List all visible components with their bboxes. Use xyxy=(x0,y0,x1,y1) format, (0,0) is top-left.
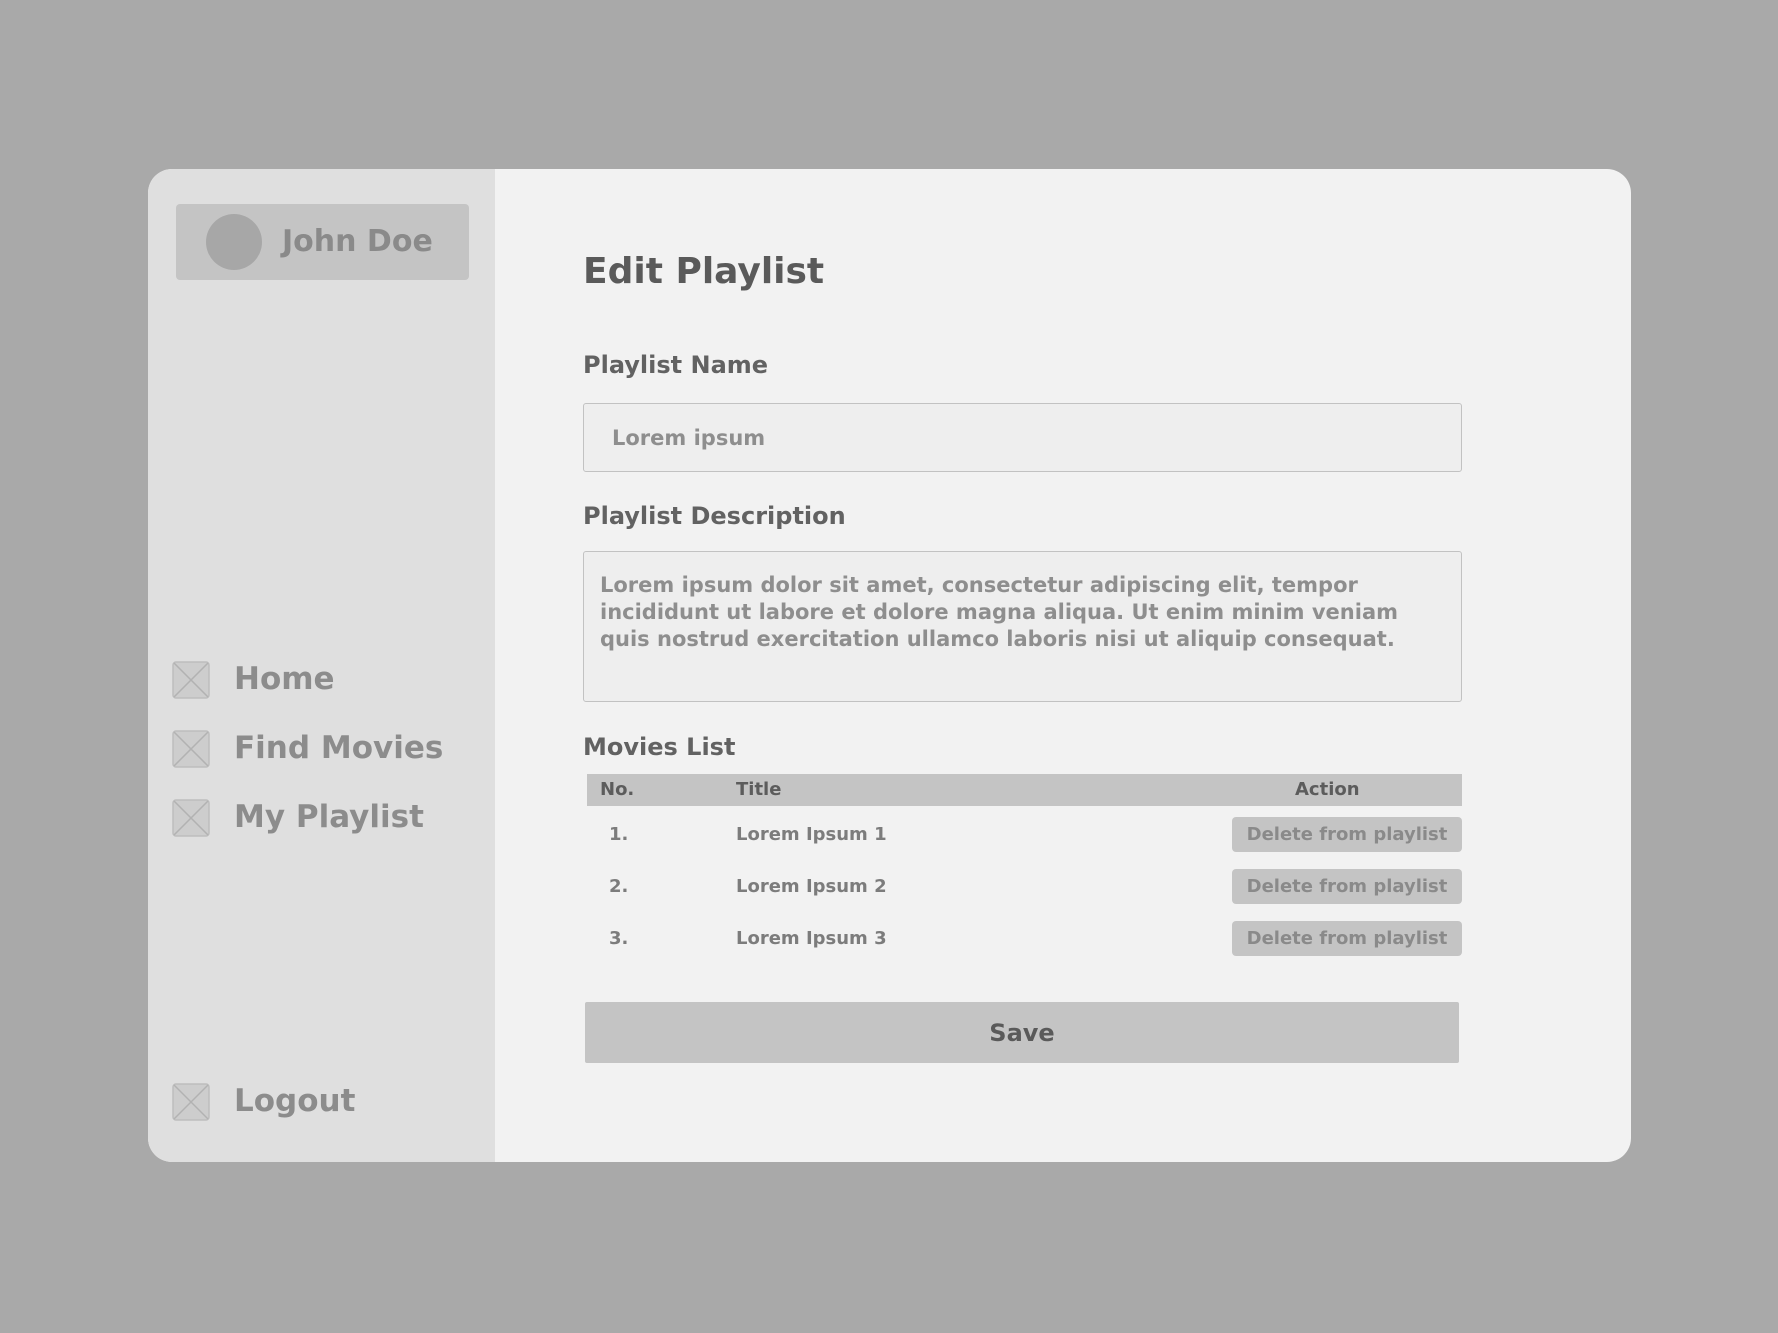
avatar xyxy=(206,214,262,270)
user-profile-card[interactable]: John Doe xyxy=(176,204,469,280)
movies-table-header: No. Title Action xyxy=(587,774,1462,806)
column-header-title: Title xyxy=(736,779,782,800)
table-row: 2. Lorem Ipsum 2 Delete from playlist xyxy=(587,869,1462,904)
playlist-description-label: Playlist Description xyxy=(583,502,846,530)
movies-list-label: Movies List xyxy=(583,733,736,761)
sidebar-item-label: Logout xyxy=(234,1083,356,1119)
column-header-action: Action xyxy=(1295,779,1360,800)
row-number: 2. xyxy=(609,876,629,897)
table-row: 3. Lorem Ipsum 3 Delete from playlist xyxy=(587,921,1462,956)
column-header-no: No. xyxy=(600,779,635,800)
sidebar-item-label: My Playlist xyxy=(234,799,424,835)
image-placeholder-icon xyxy=(172,1083,210,1121)
delete-from-playlist-button[interactable]: Delete from playlist xyxy=(1232,869,1462,904)
playlist-description-input[interactable]: Lorem ipsum dolor sit amet, consectetur … xyxy=(583,551,1462,702)
row-number: 3. xyxy=(609,928,629,949)
sidebar: John Doe Home Find Movies My Playlist Lo… xyxy=(148,169,495,1162)
save-button[interactable]: Save xyxy=(585,1002,1459,1063)
main-content: Edit Playlist Playlist Name Playlist Des… xyxy=(495,169,1631,1162)
movie-title: Lorem Ipsum 2 xyxy=(736,876,887,897)
playlist-name-label: Playlist Name xyxy=(583,351,769,379)
image-placeholder-icon xyxy=(172,661,210,699)
movie-title: Lorem Ipsum 3 xyxy=(736,928,887,949)
user-name: John Doe xyxy=(282,224,433,259)
movie-title: Lorem Ipsum 1 xyxy=(736,824,887,845)
table-row: 1. Lorem Ipsum 1 Delete from playlist xyxy=(587,817,1462,852)
app-window: John Doe Home Find Movies My Playlist Lo… xyxy=(148,169,1631,1162)
delete-from-playlist-button[interactable]: Delete from playlist xyxy=(1232,921,1462,956)
playlist-name-input[interactable] xyxy=(583,403,1462,472)
row-number: 1. xyxy=(609,824,629,845)
sidebar-item-label: Home xyxy=(234,661,335,697)
sidebar-item-label: Find Movies xyxy=(234,730,444,766)
image-placeholder-icon xyxy=(172,730,210,768)
page-title: Edit Playlist xyxy=(583,251,825,292)
delete-from-playlist-button[interactable]: Delete from playlist xyxy=(1232,817,1462,852)
image-placeholder-icon xyxy=(172,799,210,837)
